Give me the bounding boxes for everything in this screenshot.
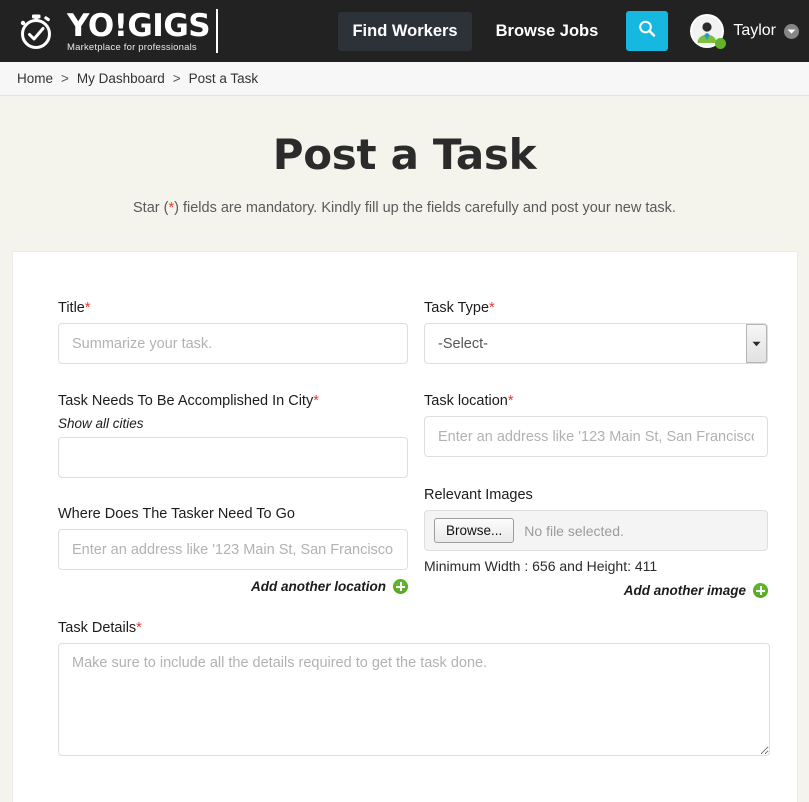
page-subtitle-prefix: Star ( — [133, 200, 169, 217]
post-task-form-panel: Title* Task Needs To Be Accomplished In … — [12, 251, 798, 802]
form-grid: Title* Task Needs To Be Accomplished In … — [13, 252, 797, 756]
field-task-details: Task Details* — [58, 620, 770, 756]
user-menu[interactable]: Taylor — [690, 14, 799, 49]
site-logo[interactable]: YO!GIGS Marketplace for professionals — [14, 7, 219, 54]
label-title-text: Title — [58, 300, 85, 316]
breadcrumb-item-home[interactable]: Home — [17, 71, 53, 86]
required-star: * — [136, 620, 142, 636]
page-header: Post a Task Star (*) fields are mandator… — [0, 96, 809, 216]
breadcrumb: Home > My Dashboard > Post a Task — [0, 62, 809, 96]
image-dimension-note: Minimum Width : 656 and Height: 411 — [424, 558, 658, 574]
chevron-down-icon[interactable] — [784, 23, 799, 39]
required-star: * — [313, 393, 319, 409]
label-task-type: Task Type* — [424, 300, 768, 316]
breadcrumb-separator: > — [61, 71, 69, 86]
breadcrumb-separator: > — [172, 71, 181, 86]
task-type-select[interactable]: -Select- — [424, 323, 768, 364]
plus-circle-icon — [393, 579, 408, 594]
label-city: Task Needs To Be Accomplished In City* — [58, 393, 408, 409]
label-task-location-text: Task location — [424, 393, 508, 409]
site-header: YO!GIGS Marketplace for professionals Fi… — [0, 0, 809, 62]
nav-find-workers[interactable]: Find Workers — [338, 11, 472, 51]
task-location-input[interactable] — [424, 416, 768, 457]
required-star: * — [507, 393, 514, 409]
add-another-location-label: Add another location — [251, 579, 386, 594]
search-icon — [637, 19, 657, 44]
logo-tagline: Marketplace for professionals — [67, 41, 197, 53]
label-task-details-text: Task Details — [58, 620, 137, 636]
search-button[interactable] — [626, 11, 669, 51]
logo-title: YO!GIGS — [67, 7, 211, 44]
label-tasker-destination: Where Does The Tasker Need To Go — [58, 506, 295, 522]
label-task-type-text: Task Type — [424, 300, 490, 316]
field-tasker-destination: Where Does The Tasker Need To Go Add ano… — [58, 506, 408, 594]
online-status-dot — [715, 38, 727, 49]
required-star: * — [489, 300, 495, 316]
add-another-image-button[interactable]: Add another image — [424, 583, 768, 598]
avatar — [690, 14, 727, 49]
title-input[interactable] — [58, 323, 408, 364]
task-type-select-wrap: -Select- — [424, 323, 768, 364]
breadcrumb-item-post-a-task: Post a Task — [188, 71, 259, 86]
label-task-details: Task Details* — [58, 620, 770, 636]
header-nav: Find Workers Browse Jobs Taylor — [338, 11, 799, 51]
city-input[interactable] — [58, 437, 408, 478]
form-column-right: Task Type* -Select- Task location* Relev… — [424, 300, 768, 598]
page-subtitle: Star (*) fields are mandatory. Kindly fi… — [0, 200, 809, 216]
breadcrumb-item-my-dashboard[interactable]: My Dashboard — [77, 71, 165, 86]
label-task-location: Task location* — [424, 393, 768, 409]
user-name: Taylor — [733, 22, 776, 39]
field-relevant-images: Relevant Images Browse... No file select… — [424, 487, 768, 598]
nav-browse-jobs[interactable]: Browse Jobs — [482, 12, 613, 51]
relevant-images-file-input[interactable]: Browse... No file selected. — [424, 510, 768, 551]
file-status-text: No file selected. — [524, 522, 624, 539]
label-relevant-images: Relevant Images — [424, 487, 533, 503]
page-subtitle-suffix: ) fields are mandatory. Kindly fill up t… — [174, 200, 676, 217]
task-details-textarea[interactable] — [58, 643, 770, 756]
add-another-location-button[interactable]: Add another location — [58, 579, 408, 594]
browse-button[interactable]: Browse... — [434, 518, 515, 543]
label-title: Title* — [58, 300, 408, 316]
page-title: Post a Task — [272, 130, 537, 179]
field-title: Title* — [58, 300, 408, 364]
required-star: * — [84, 300, 91, 316]
field-task-location: Task location* — [424, 393, 768, 457]
label-city-text: Task Needs To Be Accomplished In City — [58, 393, 314, 409]
stopwatch-check-icon — [14, 8, 60, 54]
field-city: Task Needs To Be Accomplished In City* S… — [58, 393, 408, 478]
show-all-cities-link[interactable]: Show all cities — [58, 416, 408, 431]
tasker-destination-input[interactable] — [58, 529, 408, 570]
field-task-type: Task Type* -Select- — [424, 300, 768, 364]
add-another-image-label: Add another image — [623, 583, 746, 598]
plus-circle-icon — [753, 583, 768, 598]
form-column-left: Title* Task Needs To Be Accomplished In … — [58, 300, 408, 594]
